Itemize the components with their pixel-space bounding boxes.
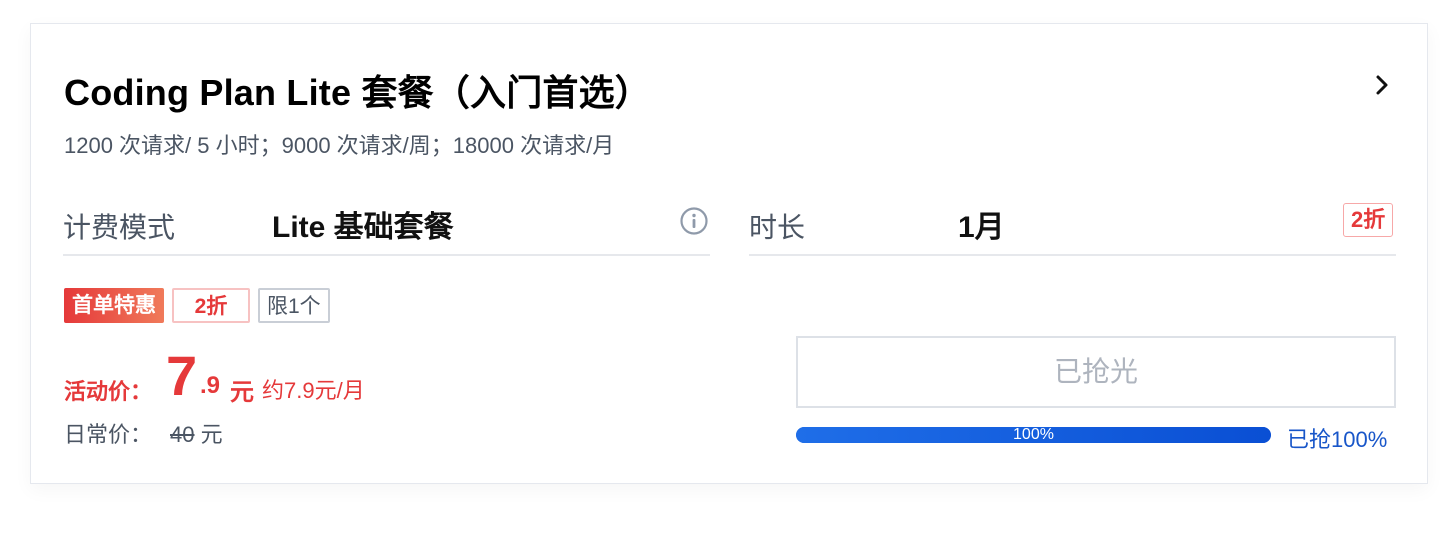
first-order-tag: 首单特惠	[64, 288, 164, 323]
duration-field[interactable]: 时长 1月 2折	[749, 194, 1396, 256]
promo-price-decimal: .9	[200, 372, 221, 399]
billing-mode-label: 计费模式	[63, 212, 176, 243]
promo-price-unit: 元	[230, 379, 254, 406]
regular-price: 日常价： 40 元	[64, 417, 223, 449]
regular-price-value: 40	[170, 422, 195, 447]
billing-mode-value: Lite 基础套餐	[272, 211, 454, 244]
plan-subtitle: 1200 次请求/ 5 小时；9000 次请求/周；18000 次请求/月	[64, 133, 615, 158]
promo-price-per-month: 约7.9元/月	[262, 378, 365, 403]
sales-progress-text: 100%	[1013, 427, 1054, 443]
discount-tag: 2折	[172, 288, 250, 323]
billing-mode-field[interactable]: 计费模式 Lite 基础套餐	[63, 194, 710, 256]
promo-price-integer: 7	[166, 344, 198, 407]
plan-card: Coding Plan Lite 套餐（入门首选） 1200 次请求/ 5 小时…	[30, 23, 1428, 484]
sold-out-button[interactable]: 已抢光	[796, 336, 1396, 408]
sales-progress-bar: 100%	[796, 427, 1271, 443]
sales-progress-label: 已抢100%	[1287, 427, 1388, 452]
regular-price-label: 日常价：	[64, 422, 153, 447]
duration-value: 1月	[958, 211, 1005, 244]
duration-label: 时长	[749, 212, 806, 243]
plan-title: Coding Plan Lite 套餐（入门首选）	[64, 72, 651, 113]
info-icon[interactable]	[679, 206, 709, 236]
chevron-right-icon[interactable]	[1370, 72, 1394, 98]
promo-tags: 首单特惠 2折 限1个	[64, 288, 330, 323]
regular-price-unit: 元	[200, 422, 223, 447]
limit-tag: 限1个	[258, 288, 330, 323]
duration-discount-tag: 2折	[1343, 203, 1394, 237]
promo-price-label: 活动价：	[64, 379, 153, 404]
